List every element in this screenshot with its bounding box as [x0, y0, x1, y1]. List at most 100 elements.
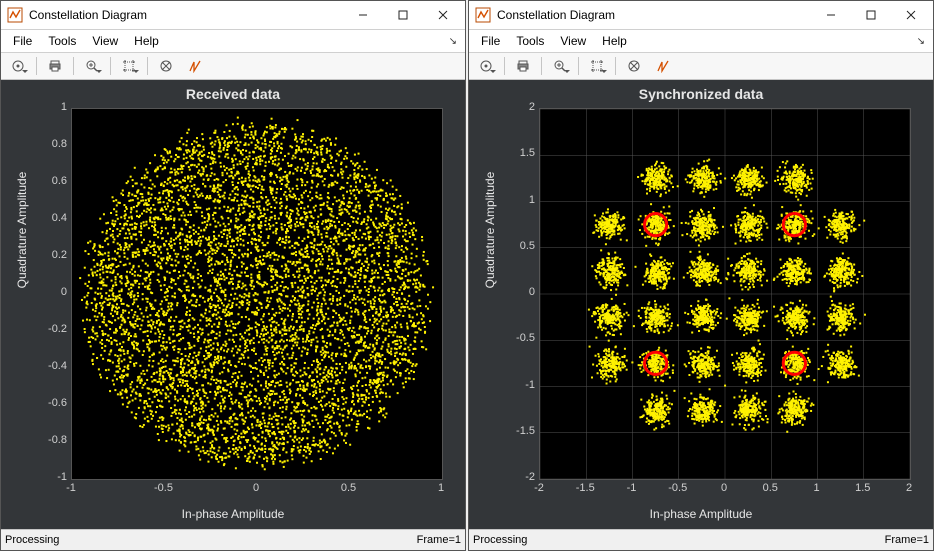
menu-file[interactable]: File — [5, 32, 40, 50]
x-tick: 0 — [709, 482, 739, 494]
scatter-plot-svg — [72, 109, 442, 479]
menu-help[interactable]: Help — [126, 32, 167, 50]
settings-button[interactable] — [473, 54, 499, 78]
y-tick: 0.8 — [27, 138, 67, 150]
maximize-button[interactable] — [383, 2, 423, 28]
x-tick: 0.5 — [755, 482, 785, 494]
y-axis-label: Quadrature Amplitude — [483, 90, 497, 370]
statusbar: Processing Frame=1 — [469, 529, 933, 550]
titlebar: Constellation Diagram — [469, 1, 933, 30]
left-window: Constellation Diagram File Tools View He… — [0, 0, 466, 551]
x-tick: -1 — [56, 482, 86, 494]
toolbar-separator — [73, 57, 74, 75]
toolbar — [1, 53, 465, 80]
chart-title: Received data — [1, 86, 465, 102]
menubar: File Tools View Help ↘ — [1, 30, 465, 53]
print-button[interactable] — [42, 54, 68, 78]
status-text: Processing — [5, 534, 417, 546]
x-tick: 0 — [241, 482, 271, 494]
print-button[interactable] — [510, 54, 536, 78]
menu-view[interactable]: View — [84, 32, 126, 50]
signal-button[interactable] — [650, 54, 676, 78]
status-text: Processing — [473, 534, 885, 546]
window-buttons — [343, 2, 463, 28]
toolbar-separator — [36, 57, 37, 75]
y-tick: -1 — [495, 379, 535, 391]
menu-tools[interactable]: Tools — [508, 32, 552, 50]
close-button[interactable] — [891, 2, 931, 28]
y-tick: 0 — [27, 286, 67, 298]
x-tick: 1 — [426, 482, 456, 494]
y-tick: 0.6 — [27, 175, 67, 187]
toolbar-separator — [504, 57, 505, 75]
y-tick: -0.4 — [27, 360, 67, 372]
settings-button[interactable] — [5, 54, 31, 78]
toolbar-separator — [147, 57, 148, 75]
app-container: Constellation Diagram File Tools View He… — [0, 0, 934, 551]
titlebar: Constellation Diagram — [1, 1, 465, 30]
x-axis-label: In-phase Amplitude — [469, 507, 933, 521]
app-icon — [7, 7, 23, 23]
menubar-corner-icon[interactable]: ↘ — [449, 36, 461, 47]
toolbar-separator — [578, 57, 579, 75]
y-tick: -0.6 — [27, 397, 67, 409]
close-button[interactable] — [423, 2, 463, 28]
menubar: File Tools View Help ↘ — [469, 30, 933, 53]
menubar-corner-icon[interactable]: ↘ — [917, 36, 929, 47]
window-title: Constellation Diagram — [497, 8, 811, 22]
plot-region[interactable] — [539, 108, 911, 480]
toolbar — [469, 53, 933, 80]
x-tick: 2 — [894, 482, 924, 494]
chart-panel-left: Received data Quadrature Amplitude 10.80… — [1, 80, 465, 529]
x-tick: -2 — [524, 482, 554, 494]
y-tick: -0.2 — [27, 323, 67, 335]
autoscale-button[interactable] — [584, 54, 610, 78]
toolbar-separator — [615, 57, 616, 75]
y-tick: 0 — [495, 286, 535, 298]
menu-view[interactable]: View — [552, 32, 594, 50]
chart-title: Synchronized data — [469, 86, 933, 102]
minimize-button[interactable] — [811, 2, 851, 28]
y-tick: 1.5 — [495, 147, 535, 159]
plot-region[interactable] — [71, 108, 443, 480]
menu-tools[interactable]: Tools — [40, 32, 84, 50]
menu-file[interactable]: File — [473, 32, 508, 50]
window-title: Constellation Diagram — [29, 8, 343, 22]
constellation-button[interactable] — [153, 54, 179, 78]
x-tick: -1.5 — [570, 482, 600, 494]
x-tick: 1.5 — [848, 482, 878, 494]
menu-help[interactable]: Help — [594, 32, 635, 50]
x-tick: 1 — [802, 482, 832, 494]
x-tick: -1 — [617, 482, 647, 494]
maximize-button[interactable] — [851, 2, 891, 28]
y-tick: 2 — [495, 101, 535, 113]
autoscale-button[interactable] — [116, 54, 142, 78]
right-window: Constellation Diagram File Tools View He… — [468, 0, 934, 551]
x-axis-label: In-phase Amplitude — [1, 507, 465, 521]
scatter-plot-svg — [540, 109, 910, 479]
frame-indicator: Frame=1 — [417, 534, 461, 546]
y-tick: -0.5 — [495, 332, 535, 344]
y-tick: 1 — [27, 101, 67, 113]
y-tick: 1 — [495, 194, 535, 206]
y-tick: -1.5 — [495, 425, 535, 437]
x-tick: -0.5 — [663, 482, 693, 494]
constellation-button[interactable] — [621, 54, 647, 78]
app-icon — [475, 7, 491, 23]
toolbar-separator — [110, 57, 111, 75]
zoom-button[interactable] — [79, 54, 105, 78]
x-tick: 0.5 — [334, 482, 364, 494]
zoom-button[interactable] — [547, 54, 573, 78]
y-tick: 0.4 — [27, 212, 67, 224]
y-tick: -0.8 — [27, 434, 67, 446]
y-tick: 0.2 — [27, 249, 67, 261]
x-tick: -0.5 — [149, 482, 179, 494]
chart-panel-right: Synchronized data Quadrature Amplitude 2… — [469, 80, 933, 529]
minimize-button[interactable] — [343, 2, 383, 28]
frame-indicator: Frame=1 — [885, 534, 929, 546]
statusbar: Processing Frame=1 — [1, 529, 465, 550]
window-buttons — [811, 2, 931, 28]
y-tick: 0.5 — [495, 240, 535, 252]
signal-button[interactable] — [182, 54, 208, 78]
toolbar-separator — [541, 57, 542, 75]
